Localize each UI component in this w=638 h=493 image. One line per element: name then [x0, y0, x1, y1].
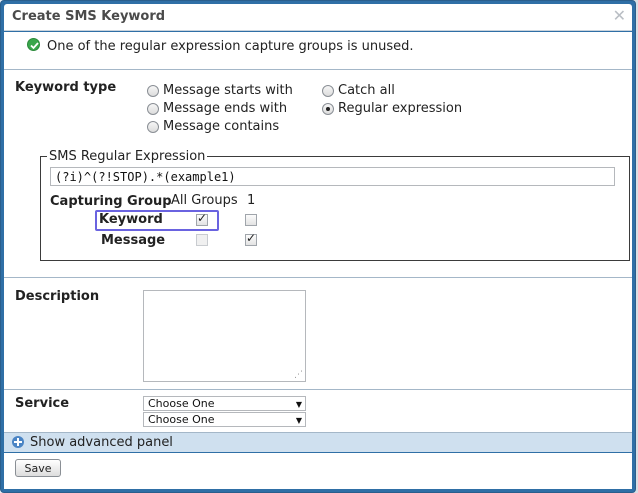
service-select-1[interactable]: Choose One ▼	[143, 396, 306, 411]
create-sms-keyword-dialog: Create SMS Keyword ✕ One of the regular …	[0, 0, 636, 493]
column-group-1: 1	[247, 193, 256, 208]
radio-button[interactable]	[147, 102, 159, 115]
keyword-type-label: Keyword type	[15, 80, 117, 95]
save-button[interactable]: Save	[15, 459, 61, 477]
service-label: Service	[15, 396, 70, 411]
message-all-groups-checkbox[interactable]	[196, 234, 208, 246]
radio-catch-all[interactable]: Catch all	[322, 83, 395, 98]
chevron-down-icon: ▼	[295, 416, 302, 425]
plus-icon[interactable]	[12, 436, 24, 448]
radio-label: Catch all	[338, 83, 395, 98]
section-divider	[4, 277, 632, 278]
row-message-label: Message	[101, 233, 166, 248]
validation-alert: One of the regular expression capture gr…	[4, 32, 632, 70]
radio-message-starts-with[interactable]: Message starts with	[147, 83, 293, 98]
radio-button[interactable]	[147, 120, 159, 133]
radio-button[interactable]	[147, 84, 159, 97]
regex-legend: SMS Regular Expression	[49, 149, 206, 164]
service-select-2[interactable]: Choose One ▼	[143, 412, 306, 427]
radio-label: Message starts with	[163, 83, 293, 98]
dialog-titlebar[interactable]: Create SMS Keyword ✕	[4, 4, 632, 31]
alert-message: One of the regular expression capture gr…	[47, 39, 414, 54]
dialog-footer: Save	[4, 453, 632, 489]
show-advanced-panel-bar[interactable]: Show advanced panel	[4, 432, 632, 452]
dialog-content: One of the regular expression capture gr…	[4, 32, 632, 432]
description-label: Description	[15, 289, 100, 304]
radio-label: Message ends with	[163, 101, 288, 116]
column-all-groups: All Groups	[171, 193, 238, 208]
show-advanced-panel-label[interactable]: Show advanced panel	[30, 435, 173, 450]
resize-grip-icon[interactable]: ⋰	[294, 370, 303, 380]
service-select-1-value: Choose One	[148, 397, 215, 410]
radio-button-selected[interactable]	[322, 102, 334, 115]
close-icon[interactable]: ✕	[613, 6, 626, 25]
radio-message-contains[interactable]: Message contains	[147, 119, 279, 134]
capturing-group-label: Capturing Group	[50, 194, 172, 209]
check-circle-icon	[27, 38, 40, 51]
regex-input[interactable]	[50, 167, 615, 186]
service-select-2-value: Choose One	[148, 413, 215, 426]
message-group1-checkbox[interactable]	[245, 231, 257, 246]
dialog-title: Create SMS Keyword	[12, 9, 166, 24]
radio-message-ends-with[interactable]: Message ends with	[147, 101, 287, 116]
description-textarea[interactable]: ⋰	[143, 290, 306, 382]
keyword-row-highlight	[95, 210, 219, 231]
radio-label: Message contains	[163, 119, 280, 134]
radio-button[interactable]	[322, 84, 334, 97]
section-divider	[4, 389, 632, 390]
chevron-down-icon: ▼	[295, 400, 302, 409]
radio-regular-expression[interactable]: Regular expression	[322, 101, 462, 116]
keyword-group1-checkbox[interactable]	[245, 214, 257, 226]
radio-label: Regular expression	[338, 101, 463, 116]
